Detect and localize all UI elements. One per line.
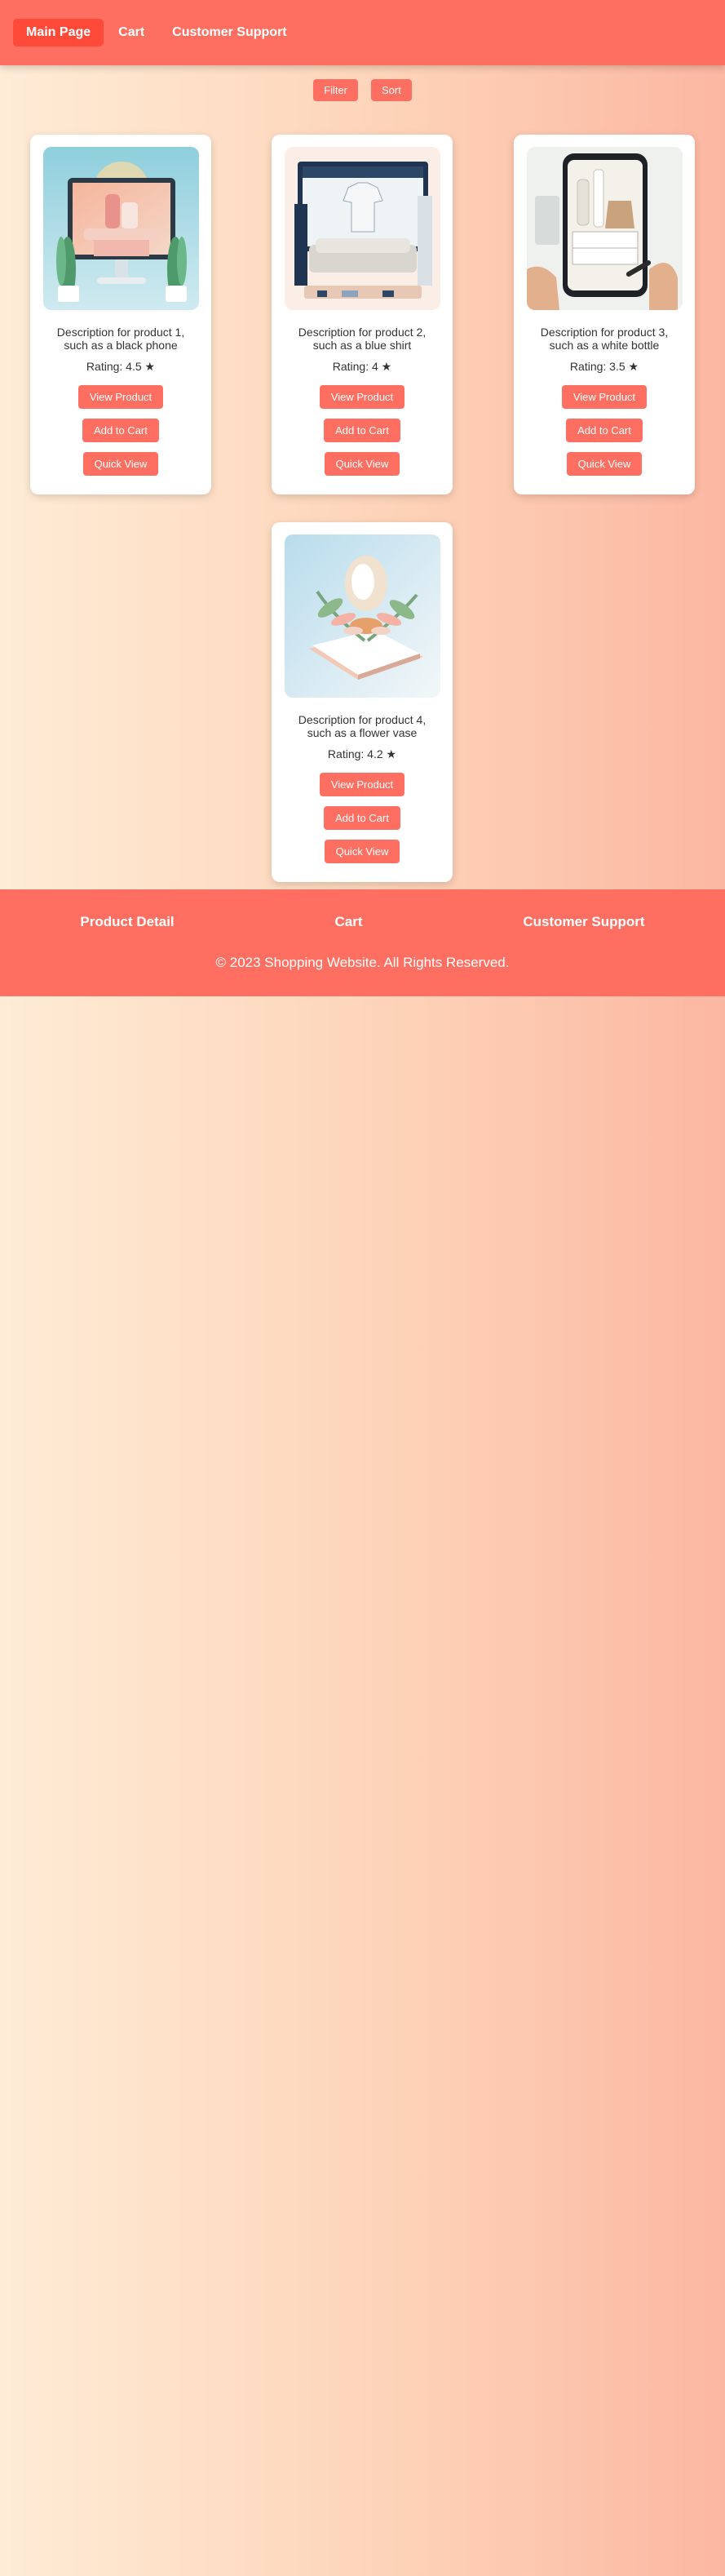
filter-button[interactable]: Filter (313, 79, 359, 101)
add-to-cart-button[interactable]: Add to Cart (82, 419, 159, 442)
sort-button[interactable]: Sort (371, 79, 412, 101)
footer-link-product-detail[interactable]: Product Detail (80, 914, 174, 930)
product-description: Description for product 3, such as a whi… (540, 326, 669, 352)
product-rating: Rating: 4 ★ (332, 360, 392, 373)
nav-cart[interactable]: Cart (105, 19, 157, 47)
nav-main-page[interactable]: Main Page (13, 19, 104, 47)
add-to-cart-button[interactable]: Add to Cart (324, 806, 400, 830)
product-image-art-4 (284, 534, 440, 698)
copyright-text: © 2023 Shopping Website. All Rights Rese… (215, 955, 510, 970)
footer-links: Product Detail Cart Customer Support (0, 889, 725, 930)
footer-link-cart[interactable]: Cart (334, 914, 362, 930)
product-image-3[interactable] (526, 147, 683, 310)
product-card-4: Description for product 4, such as a flo… (272, 522, 453, 882)
nav-customer-support[interactable]: Customer Support (159, 19, 299, 47)
view-product-button[interactable]: View Product (319, 773, 405, 796)
product-description: Description for product 1, such as a bla… (56, 326, 185, 352)
product-rating: Rating: 4.2 ★ (327, 747, 397, 760)
quick-view-button[interactable]: Quick View (82, 452, 159, 476)
product-image-1[interactable] (42, 147, 199, 310)
site-footer: Product Detail Cart Customer Support © 2… (0, 889, 725, 996)
view-product-button[interactable]: View Product (319, 385, 405, 409)
quick-view-button[interactable]: Quick View (566, 452, 643, 476)
add-to-cart-button[interactable]: Add to Cart (324, 419, 400, 442)
product-image-2[interactable] (284, 147, 440, 310)
footer-link-customer-support[interactable]: Customer Support (523, 914, 644, 930)
product-rating: Rating: 4.5 ★ (86, 360, 156, 373)
product-description: Description for product 2, such as a blu… (298, 326, 427, 352)
top-navbar: Main Page Cart Customer Support (0, 0, 725, 65)
product-rating: Rating: 3.5 ★ (569, 360, 639, 373)
product-card-3: Description for product 3, such as a whi… (514, 135, 695, 494)
add-to-cart-button[interactable]: Add to Cart (566, 419, 643, 442)
product-card-1: Description for product 1, such as a bla… (30, 135, 211, 494)
quick-view-button[interactable]: Quick View (324, 840, 400, 863)
list-controls: Filter Sort (0, 79, 725, 101)
product-image-4[interactable] (284, 534, 440, 698)
product-card-2: Description for product 2, such as a blu… (272, 135, 453, 494)
view-product-button[interactable]: View Product (77, 385, 164, 409)
product-image-art-2 (284, 147, 440, 310)
product-image-art-3 (526, 147, 683, 310)
product-image-art-1 (42, 147, 199, 310)
view-product-button[interactable]: View Product (561, 385, 648, 409)
product-grid: Description for product 1, such as a bla… (0, 101, 725, 917)
quick-view-button[interactable]: Quick View (324, 452, 400, 476)
product-description: Description for product 4, such as a flo… (298, 713, 427, 739)
